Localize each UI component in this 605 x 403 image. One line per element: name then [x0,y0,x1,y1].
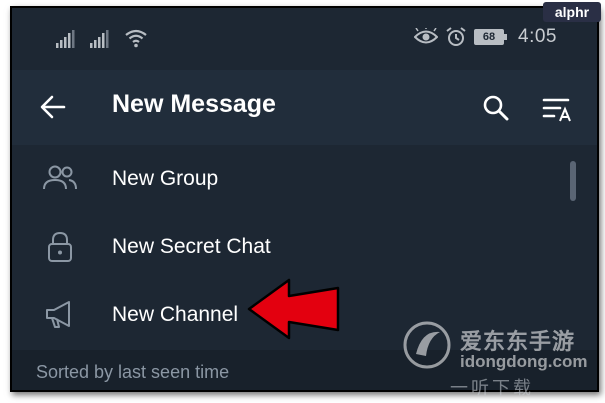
menu-item-new-secret-chat[interactable]: New Secret Chat [12,213,597,281]
watermark: 爱东东手游 idongdong.com 一听下载 [400,318,600,398]
back-arrow-icon[interactable] [38,92,68,122]
watermark-subtitle: 一听下载 [450,378,534,398]
wifi-icon [125,29,147,48]
menu-item-label: New Group [112,167,219,190]
battery-indicator: 68 [474,29,508,45]
watermark-domain: idongdong.com [460,352,588,371]
cell-signal-1-icon [56,30,75,48]
menu-item-label: New Channel [112,303,239,326]
alarm-icon [446,27,466,46]
status-bar: 68 4:05 [12,8,597,70]
search-icon[interactable] [482,94,510,122]
status-right: 68 4:05 [414,26,557,48]
watermark-logo-icon [403,321,451,369]
cell-signal-2-icon [90,30,109,48]
sort-icon[interactable] [542,96,574,122]
menu-item-label: New Secret Chat [112,235,271,258]
menu-item-new-group[interactable]: New Group [12,145,597,213]
alphr-badge: alphr [543,2,601,22]
megaphone-icon [46,301,70,328]
page-title: New Message [112,90,276,118]
red-pointer-arrow [247,278,340,340]
group-icon [43,165,77,190]
clock-time: 4:05 [518,26,557,47]
app-bar: New Message [12,70,597,145]
status-left [56,28,148,48]
sort-section-label: Sorted by last seen time [36,362,230,382]
eye-icon [414,28,439,44]
lock-icon [48,231,72,262]
